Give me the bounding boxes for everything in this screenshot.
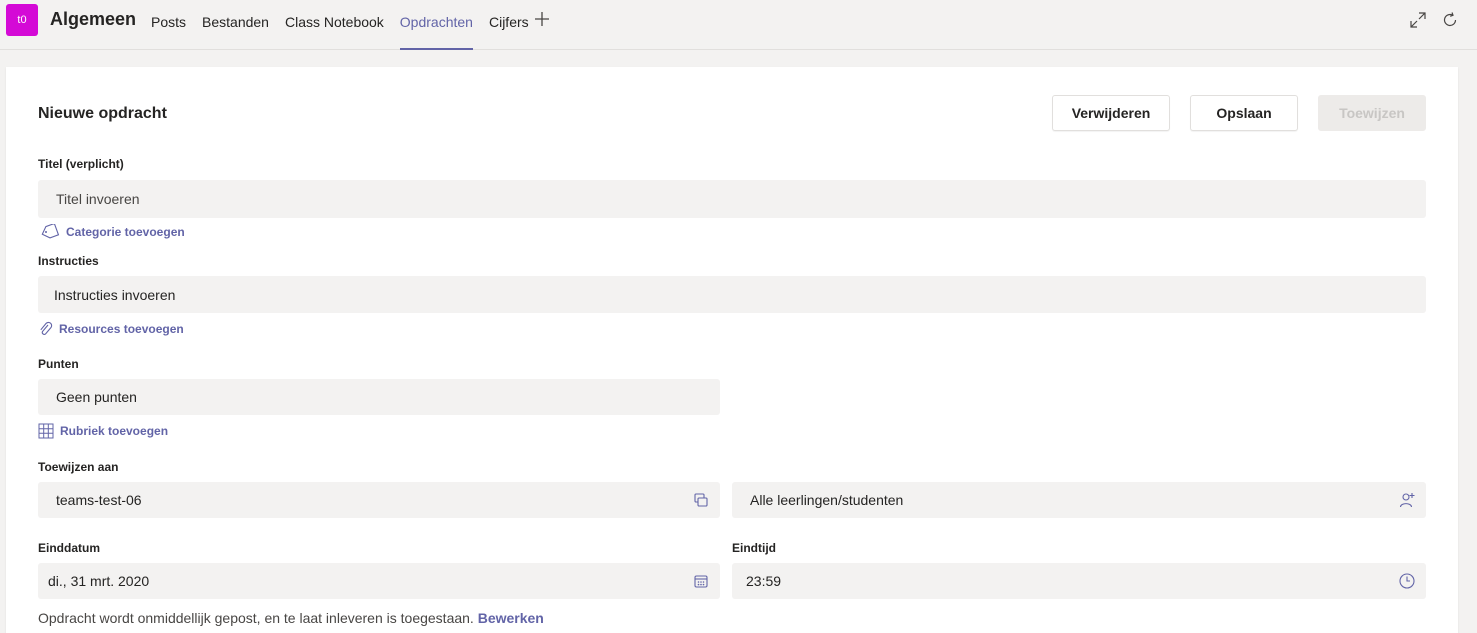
add-person-icon (1399, 493, 1415, 508)
refresh-icon[interactable] (1440, 10, 1460, 30)
class-value: teams-test-06 (56, 492, 142, 508)
tab-opdrachten[interactable]: Opdrachten (399, 0, 474, 50)
calendar-icon (694, 575, 708, 588)
channel-name: Algemeen (50, 9, 137, 29)
save-button[interactable]: Opslaan (1190, 95, 1298, 131)
title-label: Titel (verplicht) (38, 157, 124, 171)
tag-icon (41, 224, 60, 239)
add-resources-link[interactable]: Resources toevoegen (38, 321, 184, 337)
add-tab-icon[interactable] (532, 9, 552, 29)
due-date-label: Einddatum (38, 541, 100, 555)
class-picker-icon (694, 493, 708, 507)
instructions-label: Instructies (38, 254, 99, 268)
tab-posts[interactable]: Posts (151, 0, 186, 50)
add-category-link[interactable]: Categorie toevoegen (40, 224, 185, 240)
channel-header: t0 Algemeen Posts Bestanden Class Notebo… (0, 0, 1477, 50)
tab-bestanden[interactable]: Bestanden (202, 0, 269, 50)
points-label: Punten (38, 357, 79, 371)
tab-class-notebook[interactable]: Class Notebook (285, 0, 384, 50)
due-date-picker[interactable]: di., 31 mrt. 2020 (38, 563, 720, 599)
delete-button[interactable]: Verwijderen (1052, 95, 1170, 131)
team-avatar[interactable]: t0 (6, 4, 38, 36)
title-placeholder: Titel invoeren (56, 191, 140, 207)
add-category-label: Categorie toevoegen (66, 225, 185, 239)
instructions-placeholder: Instructies invoeren (54, 286, 176, 303)
due-date-value: di., 31 mrt. 2020 (48, 573, 150, 589)
assign-button[interactable]: Toewijzen (1318, 95, 1426, 131)
add-resources-label: Resources toevoegen (59, 322, 184, 336)
points-value: Geen punten (56, 389, 137, 405)
due-time-picker[interactable]: 23:59 (732, 563, 1426, 599)
due-time-value: 23:59 (746, 573, 782, 589)
paperclip-icon (40, 321, 53, 335)
post-settings-text: Opdracht wordt onmiddellijk gepost, en t… (38, 610, 474, 626)
post-settings-note: Opdracht wordt onmiddellijk gepost, en t… (38, 610, 544, 626)
students-select[interactable]: Alle leerlingen/studenten (732, 482, 1426, 518)
class-select[interactable]: teams-test-06 (38, 482, 720, 518)
points-field[interactable]: Geen punten (38, 379, 720, 415)
assign-to-label: Toewijzen aan (38, 460, 119, 474)
assignment-form-card: Nieuwe opdracht Verwijderen Opslaan Toew… (6, 67, 1458, 633)
channel-tabs: Posts Bestanden Class Notebook Opdrachte… (151, 0, 545, 50)
page-title: Nieuwe opdracht (38, 105, 167, 122)
tab-cijfers[interactable]: Cijfers (489, 0, 529, 50)
clock-icon (1399, 573, 1415, 589)
title-input[interactable]: Titel invoeren (38, 180, 1426, 218)
grid-icon (38, 423, 54, 439)
expand-icon[interactable] (1408, 10, 1428, 30)
add-rubric-link[interactable]: Rubriek toevoegen (38, 423, 168, 439)
edit-post-settings-link[interactable]: Bewerken (478, 610, 544, 626)
due-time-label: Eindtijd (732, 541, 776, 555)
instructions-input[interactable]: Instructies invoeren (38, 276, 1426, 313)
add-rubric-label: Rubriek toevoegen (60, 424, 169, 438)
students-value: Alle leerlingen/studenten (750, 492, 904, 508)
